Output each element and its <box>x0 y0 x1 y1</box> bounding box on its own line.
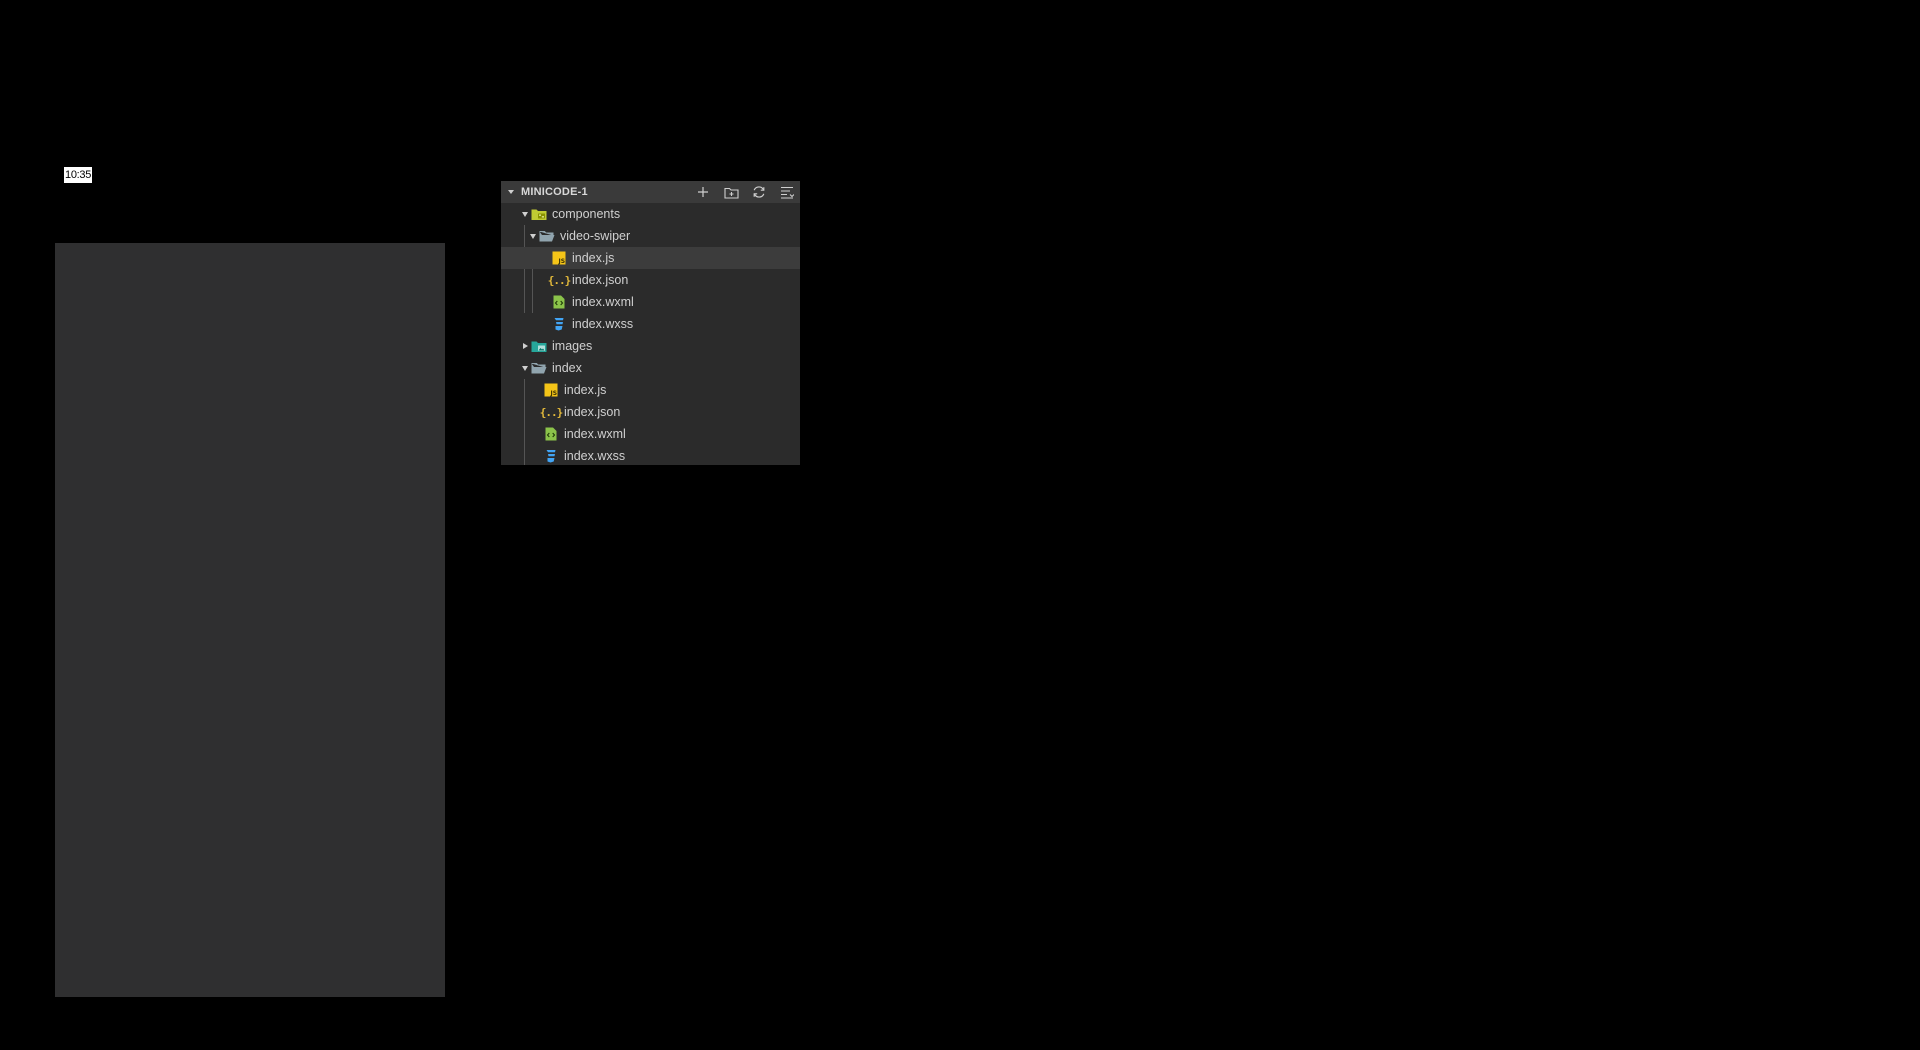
tree-item-components[interactable]: components <box>501 203 800 225</box>
tree-item-index-index-wxss[interactable]: index.wxss <box>501 445 800 465</box>
tree-item-label: index.json <box>572 273 629 287</box>
svg-text:JS: JS <box>558 258 566 265</box>
collapse-all-icon[interactable] <box>778 183 796 201</box>
explorer-header[interactable]: MINICODE-1 <box>501 181 800 203</box>
tree-item-label: images <box>552 339 593 353</box>
folder-open-icon <box>531 360 547 376</box>
images-folder-icon <box>531 338 547 354</box>
js-file-icon: JS <box>543 382 559 398</box>
tree-item-images[interactable]: images <box>501 335 800 357</box>
plus-icon[interactable] <box>694 183 712 201</box>
simulator-panel[interactable] <box>55 243 445 997</box>
tree-item-index[interactable]: index <box>501 357 800 379</box>
wxml-file-icon <box>543 426 559 442</box>
tree-item-video-swiper-index-wxss[interactable]: index.wxss <box>501 313 800 335</box>
tree-item-label: index.js <box>564 383 607 397</box>
tree-item-video-swiper-index-js[interactable]: JS index.js <box>501 247 800 269</box>
tree-item-label: index.wxss <box>564 449 626 463</box>
chevron-down-icon[interactable] <box>527 225 539 247</box>
project-title: MINICODE-1 <box>521 186 588 198</box>
tree-item-label: index.json <box>564 405 621 419</box>
file-tree: components video-swiper JS index.js {..} <box>501 203 800 465</box>
wxss-file-icon <box>551 316 567 332</box>
chevron-down-icon[interactable] <box>519 203 531 225</box>
clock-label: 10:35 <box>64 167 93 183</box>
tree-item-video-swiper-index-wxml[interactable]: index.wxml <box>501 291 800 313</box>
json-file-icon: {..} <box>547 273 572 287</box>
tree-item-video-swiper[interactable]: video-swiper <box>501 225 800 247</box>
tree-item-label: index.js <box>572 251 615 265</box>
desktop: 10:35 MINICODE-1 components video-swiper… <box>0 0 1920 1050</box>
explorer-actions <box>694 181 796 203</box>
tree-item-index-index-json[interactable]: {..} index.json <box>501 401 800 423</box>
tree-item-label: video-swiper <box>560 229 631 243</box>
json-file-icon: {..} <box>539 405 564 419</box>
wxml-file-icon <box>551 294 567 310</box>
tree-item-index-index-js[interactable]: JS index.js <box>501 379 800 401</box>
tree-item-label: components <box>552 207 621 221</box>
chevron-down-icon[interactable] <box>519 357 531 379</box>
svg-text:JS: JS <box>550 390 558 397</box>
chevron-down-icon[interactable] <box>508 190 514 194</box>
tree-item-label: index.wxml <box>564 427 626 441</box>
tree-item-index-index-wxml[interactable]: index.wxml <box>501 423 800 445</box>
components-folder-icon <box>531 206 547 222</box>
chevron-right-icon[interactable] <box>519 335 531 357</box>
new-folder-icon[interactable] <box>722 183 740 201</box>
tree-item-label: index <box>552 361 582 375</box>
file-explorer: MINICODE-1 components video-swiper JS in… <box>501 181 800 465</box>
tree-item-video-swiper-index-json[interactable]: {..} index.json <box>501 269 800 291</box>
tree-item-label: index.wxss <box>572 317 634 331</box>
wxss-file-icon <box>543 448 559 464</box>
refresh-icon[interactable] <box>750 183 768 201</box>
js-file-icon: JS <box>551 250 567 266</box>
folder-open-icon <box>539 228 555 244</box>
tree-item-label: index.wxml <box>572 295 634 309</box>
